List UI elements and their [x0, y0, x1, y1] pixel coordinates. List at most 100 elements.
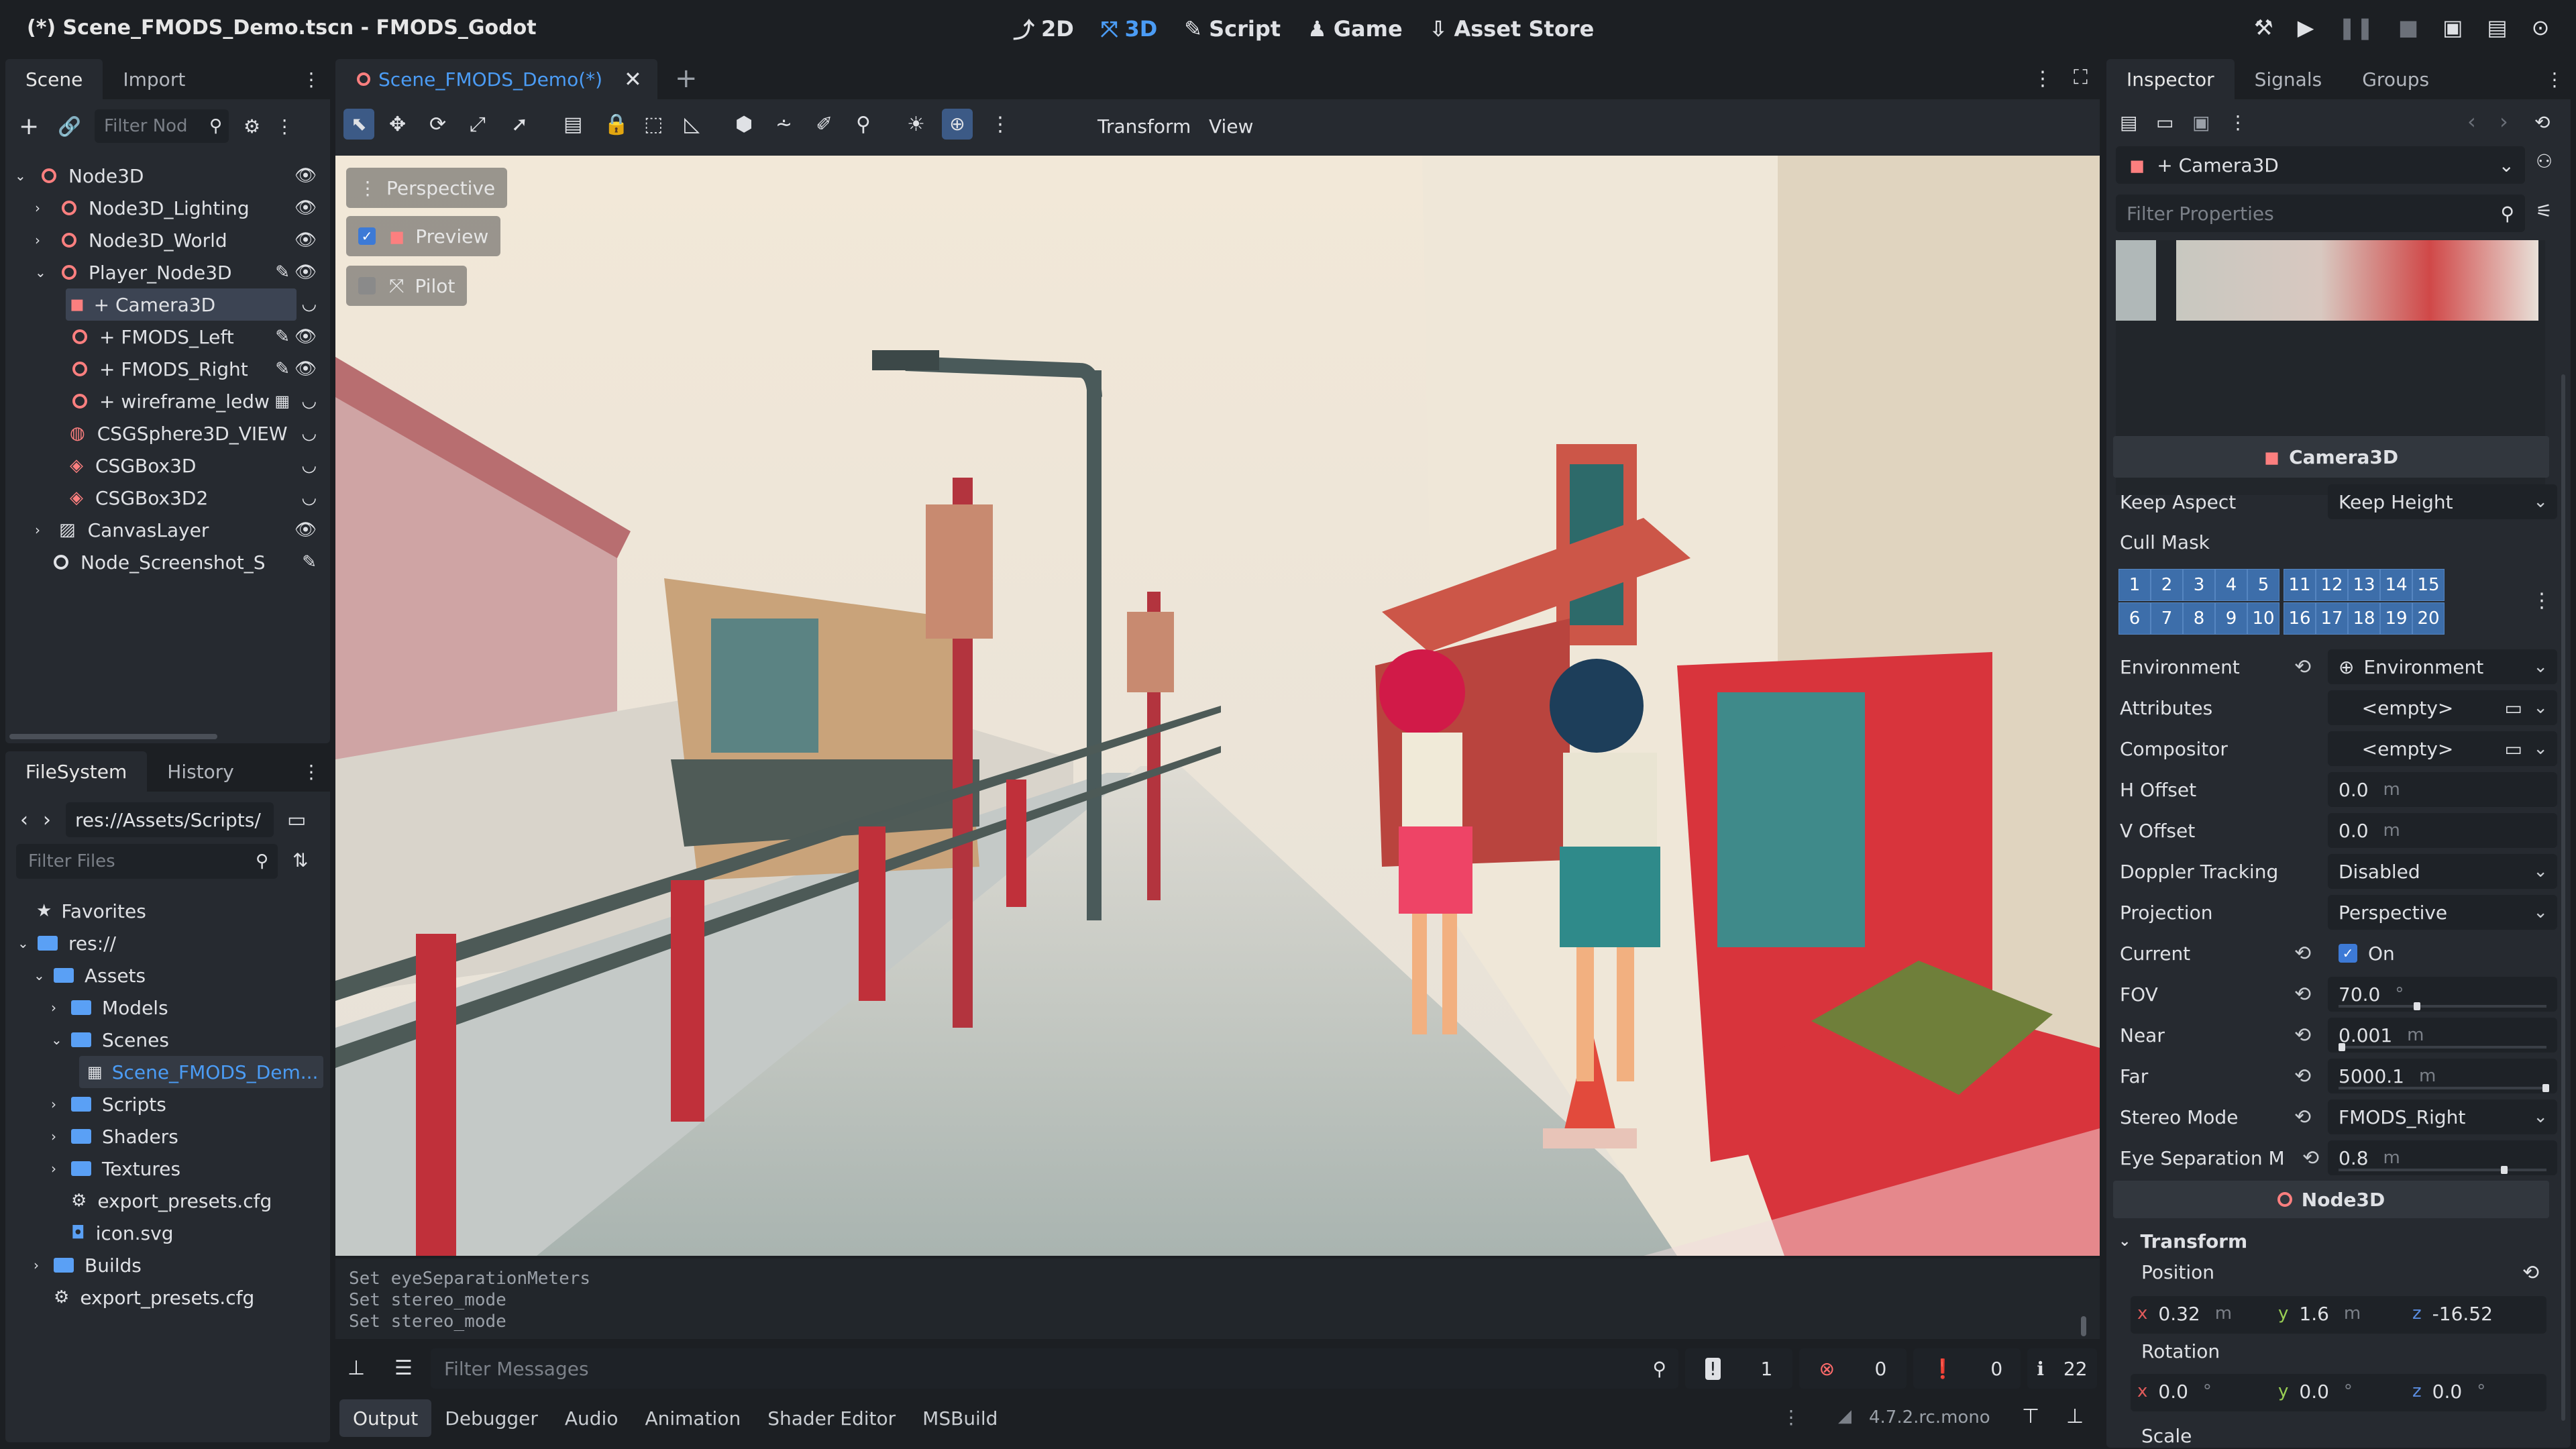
visibility-icon[interactable]: 👁 [294, 262, 317, 282]
cull-mask-menu-icon[interactable]: ⋮ [2532, 589, 2552, 612]
revert-icon[interactable]: ⟲ [2302, 1146, 2319, 1170]
expand-icon[interactable]: › [35, 232, 51, 248]
slider-grabber[interactable] [2339, 1043, 2345, 1051]
list-item[interactable]: ⚙ export_presets.cfg [5, 1185, 272, 1217]
3d-viewport[interactable]: ⋮ Perspective ✓ ◼ Preview ⤧ Pilot [335, 156, 2100, 1256]
open-resource-icon[interactable]: ▭ [2156, 111, 2174, 133]
lock-icon[interactable]: 🔒 [604, 113, 629, 136]
visibility-icon[interactable]: 👁 [294, 520, 317, 540]
tree-node[interactable]: › ▨ CanvasLayer 👁 [5, 514, 330, 546]
cull-mask-layer-9[interactable]: 9 [2215, 602, 2247, 635]
tab-import[interactable]: Import [103, 59, 205, 99]
list-item[interactable]: › Textures [5, 1152, 180, 1185]
snap-icon[interactable]: ⩪ [775, 113, 792, 136]
cull-mask-layer-15[interactable]: 15 [2412, 569, 2445, 601]
workspace-asset-store-button[interactable]: ⇩ Asset Store [1430, 13, 1595, 44]
cull-mask-layer-5[interactable]: 5 [2247, 569, 2279, 601]
load-resource-icon[interactable]: ▭ [2505, 697, 2522, 719]
ruler-icon[interactable]: ▤ [564, 113, 582, 136]
pin-icon[interactable]: ⚲ [856, 113, 871, 136]
tab-history[interactable]: History [147, 751, 254, 792]
visibility-icon[interactable]: 👁 [294, 198, 317, 218]
tab-shader-editor[interactable]: Shader Editor [754, 1399, 909, 1437]
compositor-resource[interactable]: <empty> ▭ ⌄ [2328, 731, 2557, 766]
list-item[interactable]: › Scripts [5, 1088, 166, 1120]
perspective-menu-button[interactable]: ⋮ Perspective [346, 168, 508, 208]
slider-grabber[interactable] [2500, 1166, 2508, 1174]
back-icon[interactable]: ‹ [20, 808, 28, 832]
expand-icon[interactable]: › [51, 1161, 67, 1177]
v-offset-field[interactable]: 0.0 m [2328, 813, 2557, 848]
list-item[interactable]: ⚙ export_presets.cfg [5, 1281, 254, 1313]
eye-separation-slider-field[interactable]: 0.8 m [2328, 1140, 2557, 1175]
cull-mask-layer-7[interactable]: 7 [2151, 602, 2183, 635]
tree-node[interactable]: ◈ CSGBox3D2 ◡ [5, 482, 330, 514]
tab-debugger[interactable]: Debugger [431, 1399, 551, 1437]
tab-signals[interactable]: Signals [2235, 59, 2343, 99]
revert-icon[interactable]: ⟲ [2294, 1065, 2311, 1088]
cull-mask-layer-18[interactable]: 18 [2348, 602, 2380, 635]
visibility-icon[interactable]: ◡ [301, 423, 317, 443]
info-counter[interactable]: ℹ 22 [2027, 1348, 2097, 1389]
node-selector[interactable]: ◼ + Camera3D ⌄ [2116, 146, 2525, 184]
tree-node[interactable]: ⌄ Node3D 👁 [5, 160, 330, 192]
cull-mask-layer-19[interactable]: 19 [2380, 602, 2412, 635]
cull-mask-layer-11[interactable]: 11 [2284, 569, 2316, 601]
tab-animation[interactable]: Animation [631, 1399, 754, 1437]
play-scene-icon[interactable]: ▣ [2443, 15, 2463, 40]
cull-mask-layer-12[interactable]: 12 [2316, 569, 2348, 601]
transform-group[interactable]: ⌄ Transform [2118, 1225, 2247, 1257]
clear-output-icon[interactable]: ⊥ [347, 1356, 365, 1380]
filter-messages-input[interactable]: Filter Messages ⚲ [431, 1348, 1678, 1389]
tabs-menu-icon[interactable]: ⋮ [2033, 67, 2053, 91]
more-icon[interactable]: ⋮ [990, 113, 1010, 136]
expand-icon[interactable]: › [51, 1128, 67, 1144]
attributes-resource[interactable]: <empty> ▭ ⌄ [2328, 690, 2557, 725]
visibility-icon[interactable]: 👁 [294, 359, 317, 379]
transform-menu[interactable]: Transform [1097, 115, 1191, 138]
expand-icon[interactable]: › [51, 1096, 67, 1112]
near-slider-field[interactable]: 0.001 m [2328, 1018, 2557, 1053]
tree-node[interactable]: + FMODS_Right ✎ 👁 [5, 353, 330, 385]
split-view-icon[interactable]: ▭ [287, 808, 306, 832]
cull-mask-layer-3[interactable]: 3 [2183, 569, 2215, 601]
scale-mode-icon[interactable]: ⤢ [470, 113, 486, 136]
position-y-field[interactable]: y 1.6 m [2278, 1296, 2361, 1331]
doppler-dropdown[interactable]: Disabled ⌄ [2328, 854, 2557, 889]
position-z-field[interactable]: z -16.52 [2412, 1296, 2493, 1331]
cull-mask-layer-6[interactable]: 6 [2118, 602, 2151, 635]
tree-node[interactable]: ◍ CSGSphere3D_VIEW ◡ [5, 417, 330, 449]
collapse-icon[interactable]: ⌄ [17, 935, 34, 951]
expand-icon[interactable]: › [51, 1000, 67, 1016]
property-filter-input[interactable]: Filter Properties ⚲ [2116, 195, 2525, 232]
tab-filesystem[interactable]: FileSystem [5, 751, 148, 792]
tree-node[interactable]: + wireframe_ledw ▦ ◡ [5, 385, 330, 417]
far-slider[interactable] [2339, 1084, 2549, 1092]
cull-mask-layer-1[interactable]: 1 [2118, 569, 2151, 601]
list-item-selected[interactable]: ▦ Scene_FMODS_Dem... [79, 1056, 323, 1088]
stereo-mode-dropdown[interactable]: FMODS_Right ⌄ [2328, 1099, 2557, 1134]
group-icon[interactable]: ⬚ [644, 113, 663, 136]
revert-icon[interactable]: ⟲ [2294, 1106, 2311, 1129]
distraction-free-icon[interactable]: ⛶ [2074, 66, 2088, 89]
save-resource-icon[interactable]: ▣ [2192, 111, 2210, 133]
add-node-icon[interactable]: + [19, 113, 39, 140]
rotation-z-field[interactable]: z 0.0 ° [2412, 1374, 2485, 1409]
new-resource-icon[interactable]: ▤ [2120, 111, 2137, 133]
revert-icon[interactable]: ⟲ [2294, 655, 2311, 679]
tree-node[interactable]: ⌄ Player_Node3D ✎ 👁 [5, 256, 330, 288]
eye-separation-slider[interactable] [2339, 1166, 2546, 1174]
rotate-mode-icon[interactable]: ⟳ [429, 113, 446, 136]
projection-dropdown[interactable]: Perspective ⌄ [2328, 895, 2557, 930]
pin-panel-icon[interactable]: ⊥ [2066, 1405, 2084, 1428]
rotation-y-field[interactable]: y 0.0 ° [2278, 1374, 2353, 1409]
sun-icon[interactable]: ☀ [907, 113, 925, 136]
far-slider-field[interactable]: 5000.1 m [2328, 1059, 2557, 1093]
play-icon[interactable]: ▶ [2298, 15, 2314, 40]
scene-filter-input[interactable]: Filter Nod ⚲ [95, 109, 229, 143]
list-item[interactable]: ⌄ Scenes [5, 1024, 169, 1056]
remote-debug-icon[interactable]: ⚒ [2254, 15, 2273, 40]
list-item[interactable]: ⌄ Assets [5, 959, 146, 991]
object-properties-icon[interactable]: ⚇ [2536, 150, 2553, 172]
list-select-icon[interactable]: ➚ [511, 113, 528, 136]
